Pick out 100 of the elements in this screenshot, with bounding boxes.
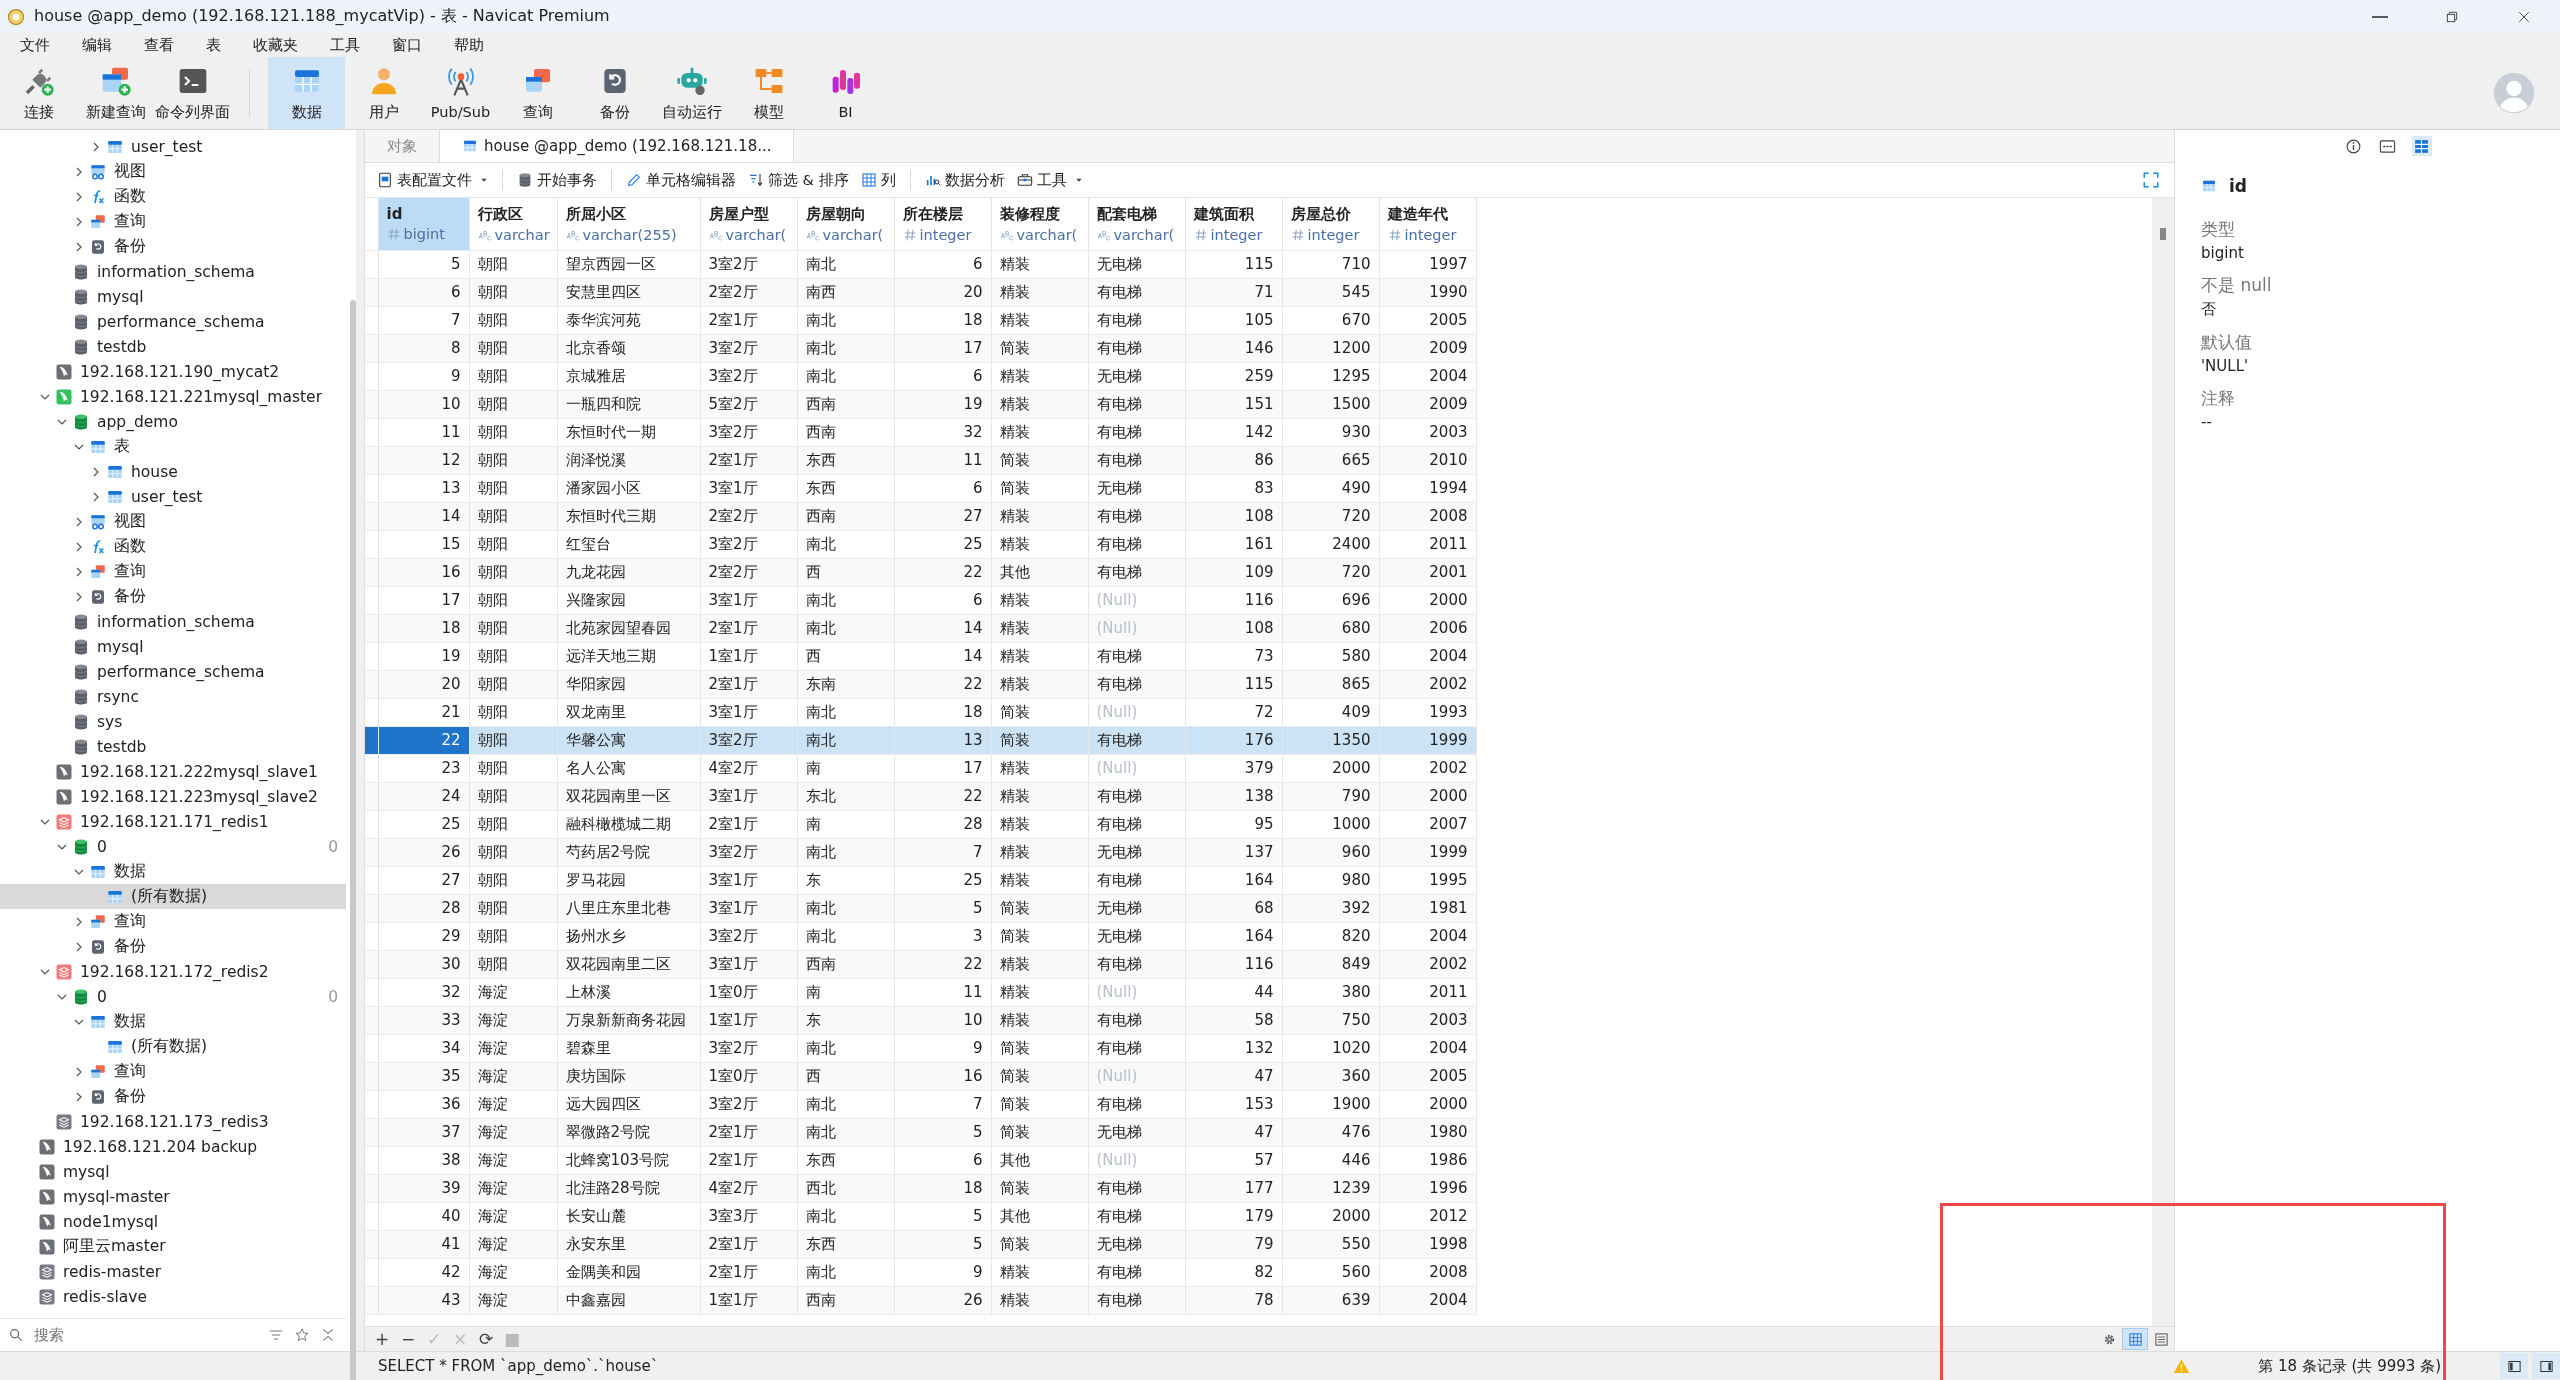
tree-item[interactable]: 备份 [0, 1084, 346, 1109]
menu-item[interactable]: 帮助 [438, 35, 500, 55]
toolbar-button[interactable]: 命令列界面 [154, 57, 231, 129]
tree-item[interactable]: 192.168.121.190_mycat2 [0, 359, 346, 384]
table-row[interactable]: 27 朝阳 罗马花园 3室1厅 东 25 精装 有电梯 164 980 1995 [365, 866, 1476, 894]
table-row[interactable]: 42 海淀 金隅美和园 2室1厅 南北 9 精装 有电梯 82 560 2008 [365, 1258, 1476, 1286]
tree-item[interactable]: performance_schema [0, 659, 346, 684]
table-row[interactable]: 18 朝阳 北苑家园望春园 2室1厅 南北 14 精装 (Null) 108 680 2006 [365, 614, 1476, 642]
table-row[interactable]: 6 朝阳 安慧里四区 2室2厅 南西 20 精装 有电梯 71 545 1990 [365, 278, 1476, 306]
table-row[interactable]: 20 朝阳 华阳家园 2室1厅 东南 22 精装 有电梯 115 865 2002 [365, 670, 1476, 698]
menu-item[interactable]: 窗口 [376, 35, 438, 55]
toolbar-button[interactable]: 数据 [268, 57, 345, 129]
tree-item[interactable]: node1mysql [0, 1209, 346, 1234]
toolbar-button[interactable]: BI [807, 57, 884, 129]
tree-item[interactable]: 视图 [0, 159, 346, 184]
tree-item[interactable]: user_test [0, 134, 346, 159]
column-header[interactable]: id bigint [378, 198, 469, 250]
table-row[interactable]: 5 朝阳 望京西园一区 3室2厅 南北 6 精装 无电梯 115 710 1997 [365, 250, 1476, 278]
scrollbar-thumb[interactable] [2160, 228, 2166, 240]
tree-item[interactable]: mysql-master [0, 1184, 346, 1209]
action-button[interactable]: ⟳ [473, 1329, 499, 1349]
tree-item[interactable]: information_schema [0, 259, 346, 284]
tree-item[interactable]: (所有数据) [0, 1034, 346, 1059]
toolbar-button[interactable]: 工具 [1010, 170, 1089, 190]
panel-tab[interactable] [2343, 136, 2364, 156]
tree-item[interactable]: app_demo [0, 409, 346, 434]
tree-item[interactable]: 192.168.121.221mysql_master [0, 384, 346, 409]
table-row[interactable]: 29 朝阳 扬州水乡 3室2厅 南北 3 简装 无电梯 164 820 2004 [365, 922, 1476, 950]
table-row[interactable]: 13 朝阳 潘家园小区 3室1厅 东西 6 简装 无电梯 83 490 1994 [365, 474, 1476, 502]
tree-item[interactable]: 查询 [0, 209, 346, 234]
tab[interactable]: house @app_demo (192.168.121.18... [439, 130, 795, 162]
table-row[interactable]: 35 海淀 庚坊国际 1室0厅 西 16 简装 (Null) 47 360 2005 [365, 1062, 1476, 1090]
menu-item[interactable]: 工具 [314, 35, 376, 55]
menu-item[interactable]: 收藏夹 [237, 35, 314, 55]
tree-item[interactable]: 视图 [0, 509, 346, 534]
menu-item[interactable]: 查看 [128, 35, 190, 55]
toolbar-button[interactable]: 数据分析 [918, 170, 1011, 190]
tree-item[interactable]: 函数 [0, 184, 346, 209]
toolbar-button[interactable]: 用户 [345, 57, 422, 129]
menu-item[interactable]: 表 [190, 35, 237, 55]
tree-item[interactable]: (所有数据) [0, 884, 346, 909]
panel-tab[interactable] [2411, 136, 2432, 156]
tree-item[interactable]: house [0, 459, 346, 484]
tree-item[interactable]: 192.168.121.173_redis3 [0, 1109, 346, 1134]
tree-item[interactable]: testdb [0, 334, 346, 359]
table-row[interactable]: 24 朝阳 双花园南里一区 3室1厅 东北 22 精装 有电梯 138 790 2000 [365, 782, 1476, 810]
collapse-icon[interactable] [320, 1327, 336, 1343]
column-header[interactable]: 所在楼层 integer [894, 198, 991, 250]
tree-item[interactable]: 查询 [0, 1059, 346, 1084]
toolbar-button[interactable]: 表配置文件 [371, 170, 494, 190]
column-header[interactable]: 房屋户型 varchar( [700, 198, 797, 250]
table-row[interactable]: 9 朝阳 京城雅居 3室2厅 南北 6 精装 无电梯 259 1295 2004 [365, 362, 1476, 390]
tree-item[interactable]: mysql [0, 634, 346, 659]
table-row[interactable]: 33 海淀 万泉新新商务花园 1室1厅 东 10 精装 有电梯 58 750 2003 [365, 1006, 1476, 1034]
table-row[interactable]: 36 海淀 远大园四区 3室2厅 南北 7 简装 有电梯 153 1900 2000 [365, 1090, 1476, 1118]
tree-item[interactable]: sys [0, 709, 346, 734]
tree-item[interactable]: testdb [0, 734, 346, 759]
scrollbar[interactable] [350, 300, 356, 1380]
tree-item[interactable]: performance_schema [0, 309, 346, 334]
tree-item[interactable]: information_schema [0, 609, 346, 634]
table-row[interactable]: 32 海淀 上林溪 1室0厅 南 11 精装 (Null) 44 380 2011 [365, 978, 1476, 1006]
table-row[interactable]: 7 朝阳 泰华滨河苑 2室1厅 南北 18 精装 有电梯 105 670 2005 [365, 306, 1476, 334]
search-field[interactable]: 搜索 [34, 1326, 254, 1344]
tree-item[interactable]: mysql [0, 1159, 346, 1184]
table-row[interactable]: 23 朝阳 名人公寓 4室2厅 南 17 精装 (Null) 379 2000 2002 [365, 754, 1476, 782]
table-row[interactable]: 38 海淀 北蜂窝103号院 2室1厅 东西 6 其他 (Null) 57 446 1986 [365, 1146, 1476, 1174]
tree-item[interactable]: 备份 [0, 934, 346, 959]
table-row[interactable]: 19 朝阳 远洋天地三期 1室1厅 西 14 精装 有电梯 73 580 2004 [365, 642, 1476, 670]
action-button[interactable]: + [369, 1329, 395, 1349]
table-row[interactable]: 34 海淀 碧森里 3室2厅 南北 9 简装 有电梯 132 1020 2004 [365, 1034, 1476, 1062]
toolbar-button[interactable]: 筛选 & 排序 [742, 170, 855, 190]
toolbar-button[interactable]: 单元格编辑器 [620, 170, 742, 190]
tree-item[interactable]: mysql [0, 284, 346, 309]
table-row[interactable]: 26 朝阳 芍药居2号院 3室2厅 南北 7 精装 无电梯 137 960 1999 [365, 838, 1476, 866]
toolbar-button[interactable]: 模型 [730, 57, 807, 129]
table-row[interactable]: 39 海淀 北洼路28号院 4室2厅 西北 18 简装 有电梯 177 1239 1996 [365, 1174, 1476, 1202]
tree-item[interactable]: rsync [0, 684, 346, 709]
table-row[interactable]: 17 朝阳 兴隆家园 3室1厅 南北 6 精装 (Null) 116 696 2000 [365, 586, 1476, 614]
tree-item[interactable]: 0 0 [0, 834, 346, 859]
toolbar-button[interactable]: 查询 [499, 57, 576, 129]
tree-item[interactable]: 阿里云master [0, 1234, 346, 1259]
tree-item[interactable]: 备份 [0, 584, 346, 609]
toolbar-button[interactable]: 新建查询 [77, 57, 154, 129]
tree-item[interactable]: 192.168.121.222mysql_slave1 [0, 759, 346, 784]
table-row[interactable]: 21 朝阳 双龙南里 3室1厅 南北 18 简装 (Null) 72 409 1993 [365, 698, 1476, 726]
tree-item[interactable]: 0 0 [0, 984, 346, 1009]
toolbar-button[interactable]: 备份 [576, 57, 653, 129]
table-row[interactable]: 30 朝阳 双花园南里二区 3室1厅 西南 22 精装 有电梯 116 849 2002 [365, 950, 1476, 978]
column-header[interactable]: 建筑面积 integer [1185, 198, 1282, 250]
toolbar-button[interactable]: 列 [854, 170, 902, 190]
table-row[interactable]: 15 朝阳 红玺台 3室2厅 南北 25 精装 有电梯 161 2400 2011 [365, 530, 1476, 558]
table-row[interactable]: 40 海淀 长安山麓 3室3厅 南北 5 其他 有电梯 179 2000 2012 [365, 1202, 1476, 1230]
tree-item[interactable]: user_test [0, 484, 346, 509]
toolbar-button[interactable]: Pub/Sub [422, 57, 499, 129]
view-mode-button[interactable] [2122, 1328, 2148, 1350]
column-header[interactable]: 装修程度 varchar( [991, 198, 1088, 250]
table-row[interactable]: 28 朝阳 八里庄东里北巷 3室1厅 南北 5 简装 无电梯 68 392 1981 [365, 894, 1476, 922]
tree-item[interactable]: 192.168.121.204 backup [0, 1134, 346, 1159]
tree-item[interactable]: redis-slave [0, 1284, 346, 1309]
tree-item[interactable]: 192.168.121.171_redis1 [0, 809, 346, 834]
